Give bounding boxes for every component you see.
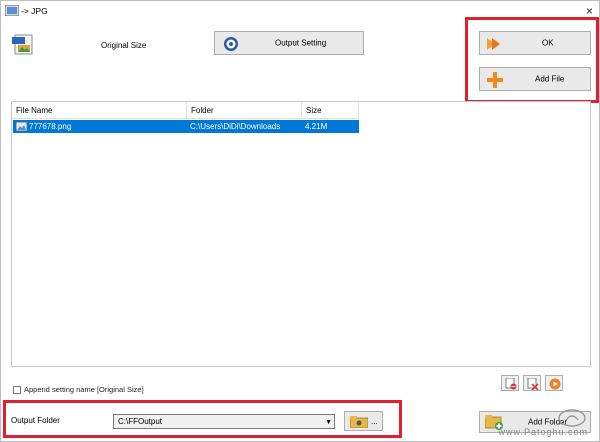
- remove-file-icon: [505, 378, 517, 390]
- clear-list-button[interactable]: [523, 375, 541, 391]
- column-folder[interactable]: Folder: [187, 102, 302, 119]
- column-size[interactable]: Size: [302, 102, 359, 119]
- patoghu-logo-icon: [558, 409, 586, 427]
- file-name-cell: 777678.png: [29, 122, 72, 131]
- output-folder-value: C:\FFOutput: [118, 417, 163, 426]
- browse-folder-button[interactable]: ...: [344, 411, 383, 431]
- size-cell: 4.21M: [305, 122, 328, 131]
- settings-disc-icon: [224, 37, 238, 51]
- chevron-down-icon: ▼: [325, 419, 332, 426]
- clear-list-icon: [527, 378, 539, 390]
- watermark: www.Patoghu.com: [426, 409, 596, 441]
- image-file-icon: [16, 122, 27, 131]
- folder-cell: C:\Users\DiDi\Downloads: [190, 122, 281, 131]
- append-setting-checkbox[interactable]: [13, 386, 21, 394]
- app-icon: [5, 5, 19, 16]
- remove-file-button[interactable]: [501, 375, 519, 391]
- close-button[interactable]: ×: [586, 4, 593, 18]
- output-setting-button[interactable]: Output Setting: [214, 31, 364, 55]
- play-file-button[interactable]: [545, 375, 563, 391]
- file-list[interactable]: File Name Folder Size 777678.png C:\User…: [11, 101, 591, 367]
- watermark-text: www.Patoghu.com: [498, 427, 588, 437]
- column-file-name[interactable]: File Name: [12, 102, 187, 119]
- output-setting-label: Output Setting: [275, 38, 327, 48]
- append-setting-label: Append setting name [Original Size]: [24, 385, 144, 394]
- converter-window: -> JPG × Original Size Output Setting OK…: [0, 0, 600, 442]
- folder-icon: [350, 416, 368, 428]
- play-icon: [549, 378, 561, 390]
- file-row[interactable]: 777678.png C:\Users\DiDi\Downloads 4.21M: [13, 120, 359, 133]
- jpg-file-icon: [12, 34, 33, 55]
- window-title: -> JPG: [21, 6, 48, 16]
- output-folder-select[interactable]: C:\FFOutput ▼: [113, 414, 335, 429]
- original-size-label: Original Size: [101, 41, 147, 50]
- highlight-box-top: [465, 17, 599, 103]
- output-folder-label: Output Folder: [11, 416, 60, 425]
- browse-label: ...: [371, 417, 378, 426]
- file-list-header: File Name Folder Size: [12, 102, 359, 119]
